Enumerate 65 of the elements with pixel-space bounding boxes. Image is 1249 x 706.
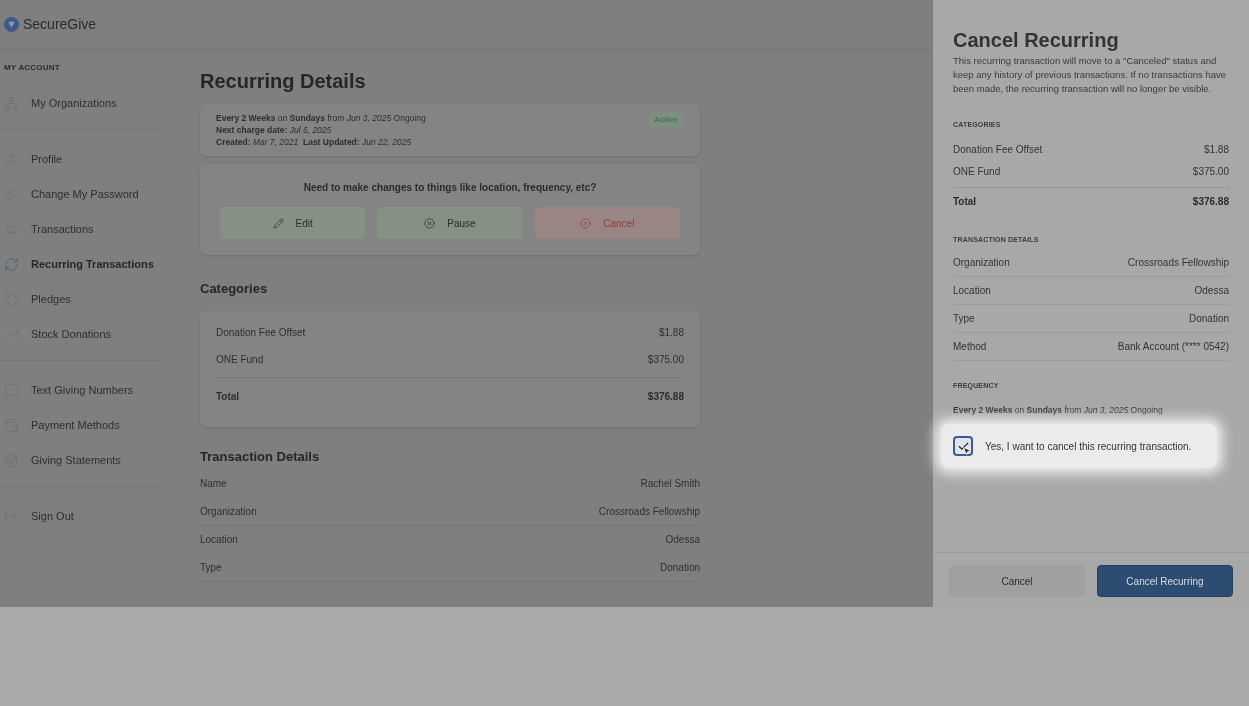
refresh-icon bbox=[4, 257, 19, 272]
detail-label: Organization bbox=[200, 505, 257, 519]
cursor-icon bbox=[962, 446, 972, 457]
detail-value: Donation bbox=[659, 561, 700, 575]
total-amount: $376.88 bbox=[1192, 194, 1229, 209]
page-title: Recurring Details bbox=[200, 69, 367, 94]
total-label: Total bbox=[216, 389, 240, 404]
category-amount: $375.00 bbox=[647, 352, 684, 367]
logo-icon bbox=[4, 17, 19, 32]
category-name: Donation Fee Offset bbox=[953, 143, 1043, 157]
sidebar-item[interactable]: My Organizations bbox=[0, 86, 160, 121]
action-button[interactable]: Edit bbox=[220, 207, 366, 239]
section-title: Transaction Details bbox=[200, 447, 321, 466]
frequency-text: Every 2 Weeks on Sundays from Jun 3, 2025 Ongoing bbox=[953, 403, 1164, 417]
total-label: Total bbox=[953, 194, 977, 209]
drawer-description: This recurring transaction will move to a "Canceled" status and keep any history of previous transactions. If no transactions have been made, the recurring transaction will no longer be visible. bbox=[953, 54, 1227, 96]
sidebar-item[interactable]: Profile bbox=[0, 142, 160, 177]
detail-value: Odessa bbox=[665, 533, 700, 547]
summary-line: Next charge date: Jul 6, 2025 bbox=[216, 124, 333, 136]
confirm-label: Yes, I want to cancel this recurring transaction. bbox=[985, 439, 1192, 454]
sidebar-item[interactable]: Payment Methods bbox=[0, 408, 160, 443]
sidebar-item[interactable]: Text Giving Numbers bbox=[0, 373, 160, 408]
sidebar-item[interactable]: Change My Password bbox=[0, 177, 160, 212]
detail-label: Type bbox=[200, 561, 222, 575]
detail-label: Type bbox=[953, 312, 975, 326]
sidebar-item[interactable]: Sign Out bbox=[0, 499, 160, 534]
sidebar-item[interactable]: Giving Statements bbox=[0, 443, 160, 478]
category-amount: $1.88 bbox=[658, 325, 684, 340]
changes-prompt: Need to make changes to things like location, frequency, etc? bbox=[303, 181, 597, 195]
drawer-button[interactable]: Cancel Recurring bbox=[1097, 565, 1233, 597]
detail-value: Odessa bbox=[1194, 284, 1229, 298]
drawer-button[interactable]: Cancel bbox=[949, 565, 1085, 597]
category-name: ONE Fund bbox=[953, 165, 1001, 179]
sidebar-item[interactable]: Recurring Transactions bbox=[0, 247, 160, 282]
detail-value: Bank Account (**** 0542) bbox=[1117, 340, 1229, 354]
category-amount: $1.88 bbox=[1203, 143, 1229, 157]
sidebar-item[interactable]: Stock Donations bbox=[0, 317, 160, 352]
total-amount: $376.88 bbox=[647, 389, 684, 404]
sidebar-heading: MY ACCOUNT bbox=[3, 62, 61, 74]
detail-value: Donation bbox=[1188, 312, 1229, 326]
detail-label: Name bbox=[200, 477, 227, 491]
category-name: Donation Fee Offset bbox=[216, 325, 306, 340]
brand-name: SecureGive bbox=[23, 15, 97, 34]
detail-label: Location bbox=[200, 533, 238, 547]
sidebar-item[interactable]: Transactions bbox=[0, 212, 160, 247]
detail-label: Location bbox=[953, 284, 991, 298]
pencil-icon bbox=[272, 217, 284, 229]
circle-x-icon bbox=[580, 217, 592, 229]
detail-value: Rachel Smith bbox=[640, 477, 700, 491]
detail-value: Crossroads Fellowship bbox=[598, 505, 700, 519]
status-badge: Active bbox=[648, 112, 684, 128]
drawer-title: Cancel Recurring bbox=[953, 28, 1120, 52]
detail-label: Method bbox=[953, 340, 987, 354]
action-button[interactable]: Pause bbox=[377, 207, 523, 239]
summary-line: Every 2 Weeks on Sundays from Jun 3, 2025 Ongoing bbox=[216, 112, 426, 124]
category-name: ONE Fund bbox=[216, 352, 264, 367]
confirm-checkbox[interactable] bbox=[953, 436, 973, 457]
summary-line: Created: Mar 7, 2021 Last Updated: Jun 22, 2025 bbox=[216, 136, 413, 148]
category-amount: $375.00 bbox=[1192, 165, 1229, 179]
sidebar-item[interactable]: Pledges bbox=[0, 282, 160, 317]
section-title: Categories bbox=[200, 280, 269, 298]
detail-value: Crossroads Fellowship bbox=[1127, 256, 1229, 270]
action-button[interactable]: Cancel bbox=[534, 207, 680, 239]
pause-icon bbox=[424, 217, 436, 229]
detail-label: Organization bbox=[953, 256, 1010, 270]
